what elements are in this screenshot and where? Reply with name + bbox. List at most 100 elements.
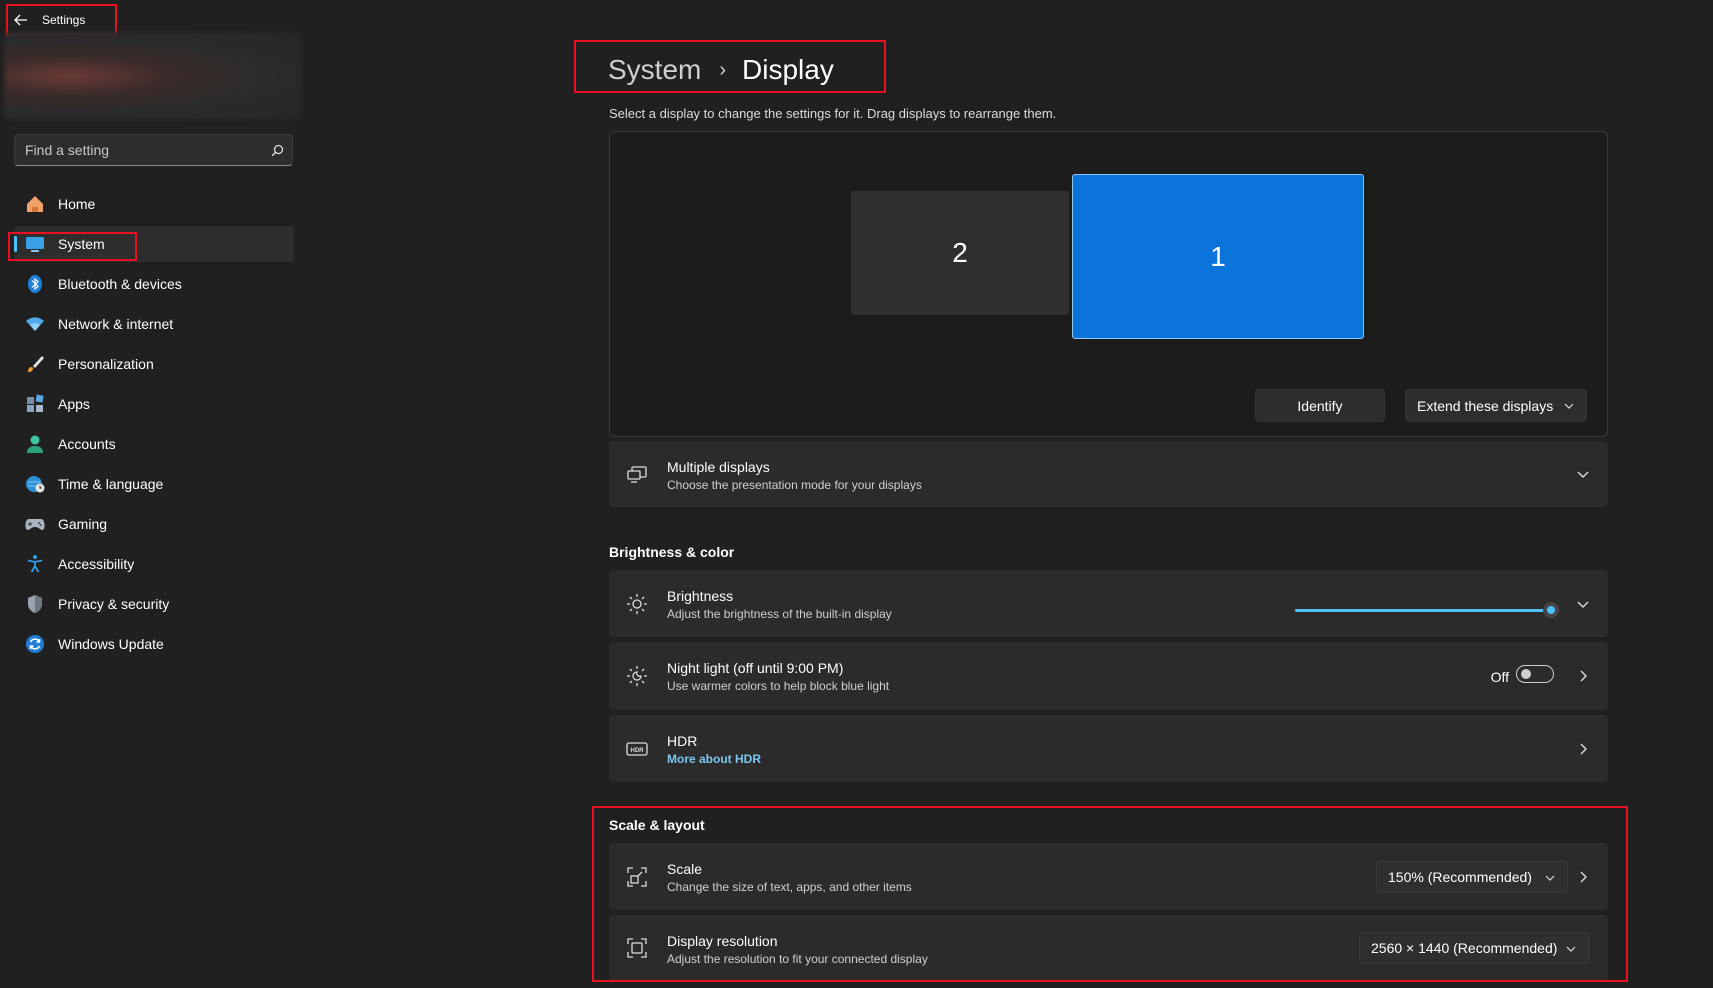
svg-text:HDR: HDR bbox=[631, 748, 645, 754]
resolution-icon bbox=[626, 937, 648, 959]
brightness-slider[interactable] bbox=[1295, 602, 1559, 618]
sidebar-item-home[interactable]: Home bbox=[14, 186, 294, 222]
chevron-right-icon[interactable] bbox=[1572, 866, 1594, 888]
scale-icon bbox=[626, 866, 648, 888]
hdr-title: HDR bbox=[667, 733, 698, 749]
sidebar-item-gaming[interactable]: Gaming bbox=[14, 506, 294, 542]
sidebar-item-label: Privacy & security bbox=[58, 596, 170, 612]
hdr-more-link[interactable]: More about HDR bbox=[667, 752, 761, 766]
title-bar: Settings bbox=[6, 4, 116, 35]
sidebar-item-time-language[interactable]: Time & language bbox=[14, 466, 294, 502]
monitor-icon bbox=[24, 233, 46, 255]
sidebar-item-label: Apps bbox=[58, 396, 90, 412]
hdr-card[interactable]: HDR HDR More about HDR bbox=[609, 715, 1608, 782]
sidebar-item-bluetooth[interactable]: Bluetooth & devices bbox=[14, 266, 294, 302]
sidebar-item-label: Time & language bbox=[58, 476, 164, 492]
gamepad-icon bbox=[24, 513, 46, 535]
sidebar-item-label: Bluetooth & devices bbox=[58, 276, 182, 292]
search-icon[interactable] bbox=[262, 144, 292, 157]
scale-dropdown[interactable]: 150% (Recommended) bbox=[1376, 861, 1568, 893]
multiple-displays-title: Multiple displays bbox=[667, 459, 770, 475]
chevron-right-icon[interactable] bbox=[1572, 738, 1594, 760]
sidebar-item-label: Windows Update bbox=[58, 636, 164, 652]
scale-title: Scale bbox=[667, 861, 703, 877]
display-arrangement-panel: 2 1 Identify Extend these displays bbox=[609, 131, 1608, 437]
brightness-title: Brightness bbox=[667, 588, 734, 604]
chevron-down-icon bbox=[1566, 946, 1576, 952]
back-button[interactable] bbox=[6, 4, 36, 35]
chevron-down-icon[interactable] bbox=[1572, 593, 1594, 615]
sidebar-item-label: Gaming bbox=[58, 516, 108, 532]
identify-button[interactable]: Identify bbox=[1255, 389, 1385, 422]
display-mode-value: Extend these displays bbox=[1417, 397, 1554, 414]
brightness-subtitle: Adjust the brightness of the built-in di… bbox=[667, 607, 892, 621]
scale-card[interactable]: Scale Change the size of text, apps, and… bbox=[609, 843, 1608, 910]
user-profile-blurred[interactable] bbox=[4, 32, 302, 120]
sidebar-item-label: Accessibility bbox=[58, 556, 135, 572]
shield-icon bbox=[24, 593, 46, 615]
night-light-subtitle: Use warmer colors to help block blue lig… bbox=[667, 679, 890, 693]
display-resolution-dropdown[interactable]: 2560 × 1440 (Recommended) bbox=[1359, 932, 1589, 964]
scale-dropdown-value: 150% (Recommended) bbox=[1388, 869, 1532, 885]
active-indicator bbox=[14, 236, 17, 252]
brightness-card: Brightness Adjust the brightness of the … bbox=[609, 570, 1608, 637]
chevron-right-icon[interactable] bbox=[1572, 665, 1594, 687]
sidebar-nav: Home System Bluetooth & devices Network … bbox=[14, 186, 294, 666]
sidebar-item-label: Home bbox=[58, 196, 96, 212]
sidebar-item-personalization[interactable]: Personalization bbox=[14, 346, 294, 382]
sidebar-item-apps[interactable]: Apps bbox=[14, 386, 294, 422]
sidebar-item-label: Accounts bbox=[58, 436, 116, 452]
search-box bbox=[14, 134, 293, 166]
display-resolution-title: Display resolution bbox=[667, 933, 778, 949]
multiple-displays-icon bbox=[626, 463, 648, 485]
multiple-displays-card[interactable]: Multiple displays Choose the presentatio… bbox=[609, 441, 1608, 507]
brush-icon bbox=[24, 353, 46, 375]
page-subtitle: Select a display to change the settings … bbox=[609, 106, 1057, 121]
monitor-2-tile[interactable]: 2 bbox=[851, 191, 1069, 315]
chevron-down-icon bbox=[1545, 875, 1555, 881]
apps-icon bbox=[24, 393, 46, 415]
search-input[interactable] bbox=[15, 141, 262, 159]
section-heading-brightness-color: Brightness & color bbox=[609, 544, 735, 560]
app-title: Settings bbox=[42, 12, 86, 27]
sidebar-item-system[interactable]: System bbox=[14, 226, 294, 262]
display-mode-dropdown[interactable]: Extend these displays bbox=[1405, 389, 1587, 422]
breadcrumb-chevron-icon: › bbox=[719, 58, 727, 81]
globe-clock-icon bbox=[24, 473, 46, 495]
refresh-icon bbox=[24, 633, 46, 655]
sidebar-item-privacy-security[interactable]: Privacy & security bbox=[14, 586, 294, 622]
breadcrumb: System › Display bbox=[608, 48, 834, 92]
breadcrumb-parent[interactable]: System bbox=[608, 54, 701, 86]
sidebar-item-windows-update[interactable]: Windows Update bbox=[14, 626, 294, 662]
bluetooth-icon bbox=[24, 273, 46, 295]
page-title: Display bbox=[742, 54, 834, 85]
sidebar-item-label: Personalization bbox=[58, 356, 154, 372]
display-resolution-value: 2560 × 1440 (Recommended) bbox=[1371, 940, 1558, 956]
toggle-knob bbox=[1521, 669, 1531, 679]
display-resolution-subtitle: Adjust the resolution to fit your connec… bbox=[667, 952, 928, 966]
multiple-displays-subtitle: Choose the presentation mode for your di… bbox=[667, 478, 922, 492]
wifi-icon bbox=[24, 313, 46, 335]
hdr-icon: HDR bbox=[626, 738, 648, 760]
night-light-card[interactable]: Night light (off until 9:00 PM) Use warm… bbox=[609, 642, 1608, 710]
chevron-down-icon[interactable] bbox=[1572, 463, 1594, 485]
sun-icon bbox=[626, 593, 648, 615]
sidebar-item-network[interactable]: Network & internet bbox=[14, 306, 294, 342]
home-icon bbox=[24, 193, 46, 215]
brightness-slider-thumb[interactable] bbox=[1543, 602, 1559, 618]
person-icon bbox=[24, 433, 46, 455]
night-light-title: Night light (off until 9:00 PM) bbox=[667, 660, 844, 676]
display-resolution-card: Display resolution Adjust the resolution… bbox=[609, 915, 1608, 981]
night-light-state: Off bbox=[1490, 669, 1509, 685]
sidebar-item-accounts[interactable]: Accounts bbox=[14, 426, 294, 462]
sidebar-item-accessibility[interactable]: Accessibility bbox=[14, 546, 294, 582]
sidebar-item-label: System bbox=[58, 236, 105, 252]
scale-subtitle: Change the size of text, apps, and other… bbox=[667, 880, 912, 894]
monitor-1-tile[interactable]: 1 bbox=[1072, 174, 1364, 339]
chevron-down-icon bbox=[1564, 403, 1574, 409]
night-light-icon bbox=[626, 665, 648, 687]
back-arrow-icon bbox=[14, 14, 27, 25]
brightness-slider-fill bbox=[1295, 609, 1551, 612]
section-heading-scale-layout: Scale & layout bbox=[609, 817, 705, 833]
night-light-toggle[interactable] bbox=[1516, 665, 1554, 683]
